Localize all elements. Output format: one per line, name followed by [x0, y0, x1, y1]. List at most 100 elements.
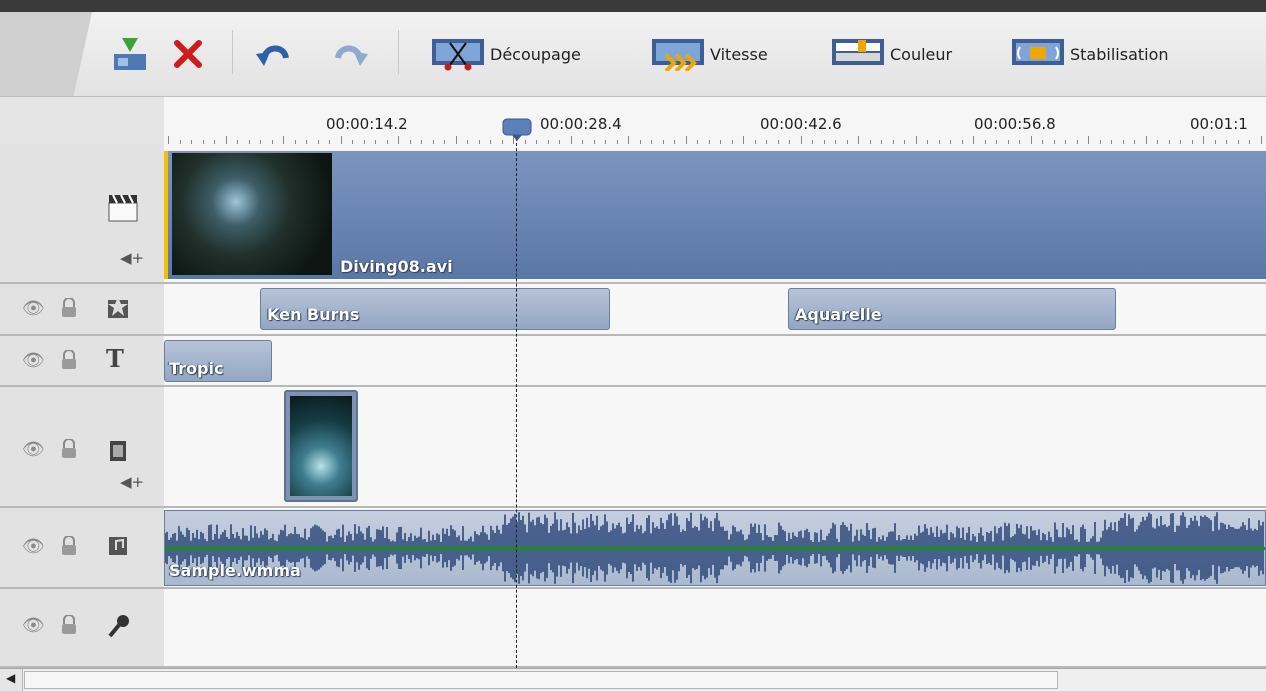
speed-icon — [652, 39, 704, 71]
ruler-tick — [467, 140, 468, 144]
playhead-line — [516, 128, 517, 668]
ruler-tick — [363, 140, 365, 144]
ruler-tick — [651, 140, 652, 144]
ruler-mark: 00:00:42.6 — [760, 115, 842, 133]
lock-icon[interactable] — [60, 350, 78, 370]
scroll-thumb[interactable] — [24, 671, 1058, 689]
ruler-tick — [1088, 136, 1089, 144]
redo-button[interactable] — [332, 26, 368, 82]
effects-track-header: 👁 — [0, 284, 164, 336]
text-clip-label: Tropic — [169, 359, 224, 378]
ruler-tick — [1157, 140, 1158, 144]
ruler-tick — [616, 140, 618, 144]
effect-clip-label: Ken Burns — [267, 305, 360, 324]
ruler-tick — [214, 140, 215, 144]
color-button[interactable]: Couleur — [832, 26, 952, 82]
effect-clip-aquarelle[interactable]: Aquarelle — [788, 288, 1116, 330]
volume-line[interactable] — [165, 547, 1265, 550]
ruler-tick — [490, 140, 491, 144]
add-audio-icon[interactable]: ◀+ — [120, 473, 144, 491]
ruler-tick — [904, 140, 905, 144]
ruler-tick — [582, 140, 583, 144]
text-clip[interactable]: Tropic — [164, 340, 272, 382]
ruler-tick — [996, 140, 997, 144]
text-track-lane: Tropic — [164, 336, 1266, 387]
ruler-tick — [708, 140, 710, 144]
speed-label: Vitesse — [710, 44, 768, 64]
video-clip[interactable]: Diving08.avi — [164, 151, 1266, 279]
ruler-tick — [1042, 140, 1043, 144]
stabilize-label: Stabilisation — [1070, 44, 1169, 64]
eye-icon[interactable]: 👁 — [22, 615, 45, 636]
lock-icon[interactable] — [60, 298, 78, 318]
ruler-tick — [329, 140, 330, 144]
speed-button[interactable]: Vitesse — [652, 26, 768, 82]
ruler-tick — [283, 136, 284, 144]
ruler-tick — [478, 140, 480, 144]
ruler-tick — [754, 140, 756, 144]
overlay-clip[interactable] — [284, 390, 358, 502]
eye-icon[interactable]: 👁 — [22, 298, 45, 319]
microphone-icon — [108, 615, 129, 638]
import-media-button[interactable] — [112, 26, 148, 82]
ruler-tick — [237, 140, 238, 144]
ruler-tick — [777, 140, 779, 144]
stabilize-button[interactable]: Stabilisation — [1012, 26, 1169, 82]
eye-icon[interactable]: 👁 — [22, 536, 45, 557]
audio-track-lane: Sample.wmma — [164, 508, 1266, 589]
audio-clip[interactable]: Sample.wmma — [164, 510, 1266, 586]
ruler-tick — [1111, 140, 1112, 144]
ruler-tick — [421, 140, 422, 144]
video-clip-label: Diving08.avi — [340, 257, 453, 276]
ruler-tick — [225, 136, 227, 144]
narration-track-header: 👁 — [0, 589, 164, 668]
eye-icon[interactable]: 👁 — [22, 350, 45, 371]
undo-button[interactable] — [256, 26, 292, 82]
video-track-header: ◀+ — [0, 145, 164, 284]
playhead-handle[interactable] — [502, 118, 532, 142]
audio-track-header: 👁 — [0, 508, 164, 589]
ruler-tick — [455, 136, 457, 144]
close-icon — [174, 40, 202, 68]
eye-icon[interactable]: 👁 — [22, 439, 45, 460]
effects-track-lane: Ken Burns Aquarelle — [164, 284, 1266, 336]
clapperboard-icon — [108, 194, 138, 222]
toolbar-divider — [232, 30, 233, 74]
ruler-tick — [559, 140, 560, 144]
ruler-tick — [743, 136, 744, 144]
window-top-strip — [0, 0, 1266, 12]
ruler-tick — [294, 140, 296, 144]
ruler-tick — [179, 140, 181, 144]
ruler-tick — [984, 140, 986, 144]
lock-icon[interactable] — [60, 536, 78, 556]
undo-icon — [256, 45, 289, 66]
video-track-lane: Diving08.avi — [164, 145, 1266, 284]
ruler-tick — [570, 136, 572, 144]
ruler-tick — [1145, 136, 1147, 144]
ruler-tick — [248, 140, 250, 144]
ruler-tick — [271, 140, 273, 144]
effect-clip-ken-burns[interactable]: Ken Burns — [260, 288, 610, 330]
ruler-tick — [191, 140, 192, 144]
add-audio-icon[interactable]: ◀+ — [120, 249, 144, 267]
scroll-left-button[interactable]: ◀ — [0, 669, 23, 691]
ruler-tick — [1076, 140, 1078, 144]
video-thumbnail — [172, 153, 332, 275]
narration-track-lane — [164, 589, 1266, 668]
ruler-tick — [697, 140, 698, 144]
ruler-tick — [536, 140, 537, 144]
ruler-tick — [869, 140, 871, 144]
clip-start-marker — [164, 151, 168, 279]
lock-icon[interactable] — [60, 615, 78, 635]
timeline-ruler[interactable]: 00:00:14.2 00:00:28.4 00:00:42.6 00:00:5… — [164, 96, 1266, 147]
color-adjust-icon — [832, 39, 884, 65]
lock-icon[interactable] — [60, 439, 78, 459]
cut-button[interactable]: Découpage — [432, 26, 581, 82]
horizontal-scrollbar[interactable]: ◀ — [0, 668, 1266, 691]
ruler-tick — [1226, 140, 1227, 144]
ruler-mark: 00:00:14.2 — [326, 115, 408, 133]
delete-button[interactable] — [172, 26, 204, 82]
ruler-tick — [720, 140, 721, 144]
ruler-tick — [1134, 140, 1135, 144]
ruler-tick — [593, 140, 595, 144]
